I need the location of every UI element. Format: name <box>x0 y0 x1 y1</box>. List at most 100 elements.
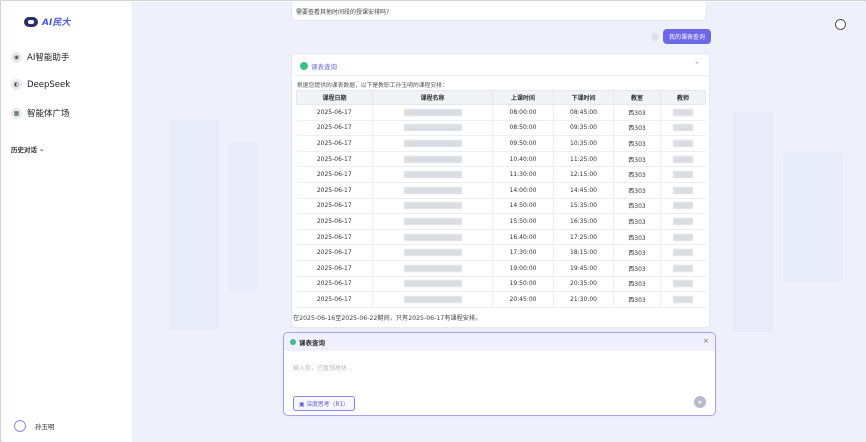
cell-end-time: 14:45:00 <box>553 182 614 199</box>
user-name: 孙玉明 <box>35 423 55 431</box>
cell-course-redacted <box>372 182 493 199</box>
cell-start-time: 14:00:00 <box>492 182 554 199</box>
send-icon: ➤ <box>697 398 703 406</box>
logo-text: AI民大 <box>42 18 71 28</box>
result-intro: 根据您提供的课表数据，以下是教职工孙玉明的课程安排： <box>297 83 448 89</box>
redacted-text <box>403 217 462 225</box>
cell-course-redacted <box>372 198 493 215</box>
redacted-text <box>403 249 462 257</box>
cell-room: 西303 <box>613 104 661 121</box>
redacted-text <box>403 280 462 288</box>
redacted-text <box>673 139 694 147</box>
redacted-text <box>403 264 462 272</box>
cell-room: 西303 <box>613 291 661 308</box>
cell-course-redacted <box>372 213 493 230</box>
nav-item-ai-assistant[interactable]: ◉ AI智能助手 <box>11 51 69 63</box>
user-profile[interactable]: 孙玉明 <box>14 420 55 432</box>
close-icon[interactable]: × <box>703 337 709 345</box>
cell-start-time: 20:45:00 <box>492 291 554 308</box>
table-row: 2025-06-17 19:50:00 20:35:00 西303 <box>296 276 706 293</box>
grid-icon: ▦ <box>11 107 22 119</box>
table-body: 2025-06-17 08:00:00 08:45:00 西303 2025-06-17… <box>296 104 706 308</box>
redacted-text <box>673 155 694 163</box>
chat-input-panel: 课表查询 × 输入你，已暂想居休... ▣ 深度思考（R1） ➤ <box>283 332 716 416</box>
calendar-icon <box>300 62 308 70</box>
cell-date: 2025-06-17 <box>296 135 373 152</box>
cell-date: 2025-06-17 <box>296 151 373 168</box>
history-toggle[interactable]: 历史对话 ⌄ <box>11 144 44 154</box>
redacted-text <box>403 139 462 147</box>
deep-think-label: 深度思考（R1） <box>306 402 349 408</box>
table-row: 2025-06-17 14:50:00 15:35:00 西303 <box>296 198 706 215</box>
cell-room: 西303 <box>613 135 661 152</box>
chevron-down-icon: ⌄ <box>39 145 45 153</box>
bell-icon[interactable] <box>835 19 846 30</box>
cell-end-time: 18:15:00 <box>553 244 614 261</box>
chevron-up-icon[interactable]: ⌃ <box>694 61 700 69</box>
cell-teacher-redacted <box>660 135 706 152</box>
app-logo[interactable]: AI民大 <box>24 15 70 28</box>
cell-teacher-redacted <box>660 291 706 308</box>
cell-teacher-redacted <box>660 229 706 246</box>
cell-date: 2025-06-17 <box>296 260 373 277</box>
cell-room: 西303 <box>613 244 661 261</box>
cell-start-time: 19:00:00 <box>492 260 554 277</box>
cell-end-time: 19:45:00 <box>553 260 614 277</box>
background-decoration <box>733 112 773 332</box>
user-message: 我的课表查询 <box>663 29 712 44</box>
cell-date: 2025-06-17 <box>296 120 373 137</box>
table-row: 2025-06-17 15:50:00 16:35:00 西303 <box>296 213 706 230</box>
cell-teacher-redacted <box>660 198 706 215</box>
cell-start-time: 14:50:00 <box>492 198 554 215</box>
redacted-text <box>673 233 694 241</box>
column-header: 教室 <box>613 90 661 105</box>
cell-date: 2025-06-17 <box>296 276 373 293</box>
cell-start-time: 10:40:00 <box>492 151 554 168</box>
cell-date: 2025-06-17 <box>296 229 373 246</box>
cell-course-redacted <box>372 276 493 293</box>
background-decoration <box>783 152 843 282</box>
cell-end-time: 10:35:00 <box>553 135 614 152</box>
column-header: 教师 <box>660 90 706 105</box>
robot-icon: ◉ <box>11 51 22 63</box>
cell-teacher-redacted <box>660 120 706 137</box>
divider <box>292 75 709 76</box>
redacted-text <box>673 171 694 179</box>
cell-course-redacted <box>372 260 493 277</box>
redacted-text <box>403 155 462 163</box>
cell-teacher-redacted <box>660 276 706 293</box>
cell-course-redacted <box>372 120 493 137</box>
send-button[interactable]: ➤ <box>694 396 706 408</box>
nav-label: AI智能助手 <box>27 53 70 63</box>
cell-course-redacted <box>372 244 493 261</box>
cell-end-time: 11:25:00 <box>553 151 614 168</box>
app-window: AI民大 ◉ AI智能助手 ◐ DeepSeek ▦ 智能体广场 历史对话 ⌄ … <box>0 0 866 442</box>
cell-room: 西303 <box>613 229 661 246</box>
redacted-text <box>403 233 462 241</box>
nav-item-deepseek[interactable]: ◐ DeepSeek <box>11 79 70 90</box>
column-header: 课程名称 <box>372 90 493 105</box>
cell-date: 2025-06-17 <box>296 213 373 230</box>
deep-think-button[interactable]: ▣ 深度思考（R1） <box>293 396 355 411</box>
cell-end-time: 21:30:00 <box>553 291 614 308</box>
cell-teacher-redacted <box>660 244 706 261</box>
column-header: 上课时间 <box>492 90 554 105</box>
table-header-row: 课程日期 课程名称 上课时间 下课时间 教室 教师 <box>296 90 706 105</box>
redacted-text <box>403 186 462 194</box>
nav-item-agent-plaza[interactable]: ▦ 智能体广场 <box>11 107 70 119</box>
table-row: 2025-06-17 20:45:00 21:30:00 西303 <box>296 291 706 308</box>
cell-course-redacted <box>372 166 493 183</box>
message-input[interactable]: 输入你，已暂想居休... <box>293 363 353 372</box>
cell-end-time: 15:35:00 <box>553 198 614 215</box>
redacted-text <box>403 124 462 132</box>
nav-label: 智能体广场 <box>27 109 70 119</box>
cell-end-time: 17:25:00 <box>553 229 614 246</box>
cell-teacher-redacted <box>660 213 706 230</box>
nav-label: DeepSeek <box>27 79 71 90</box>
cell-date: 2025-06-17 <box>296 182 373 199</box>
cell-start-time: 16:40:00 <box>492 229 554 246</box>
cell-start-time: 19:50:00 <box>492 276 554 293</box>
calendar-icon <box>290 339 296 345</box>
cell-room: 西303 <box>613 166 661 183</box>
schedule-result-card: 课表查询 ⌃ 根据您提供的课表数据，以下是教职工孙玉明的课程安排： 课程日期 课… <box>291 53 710 328</box>
